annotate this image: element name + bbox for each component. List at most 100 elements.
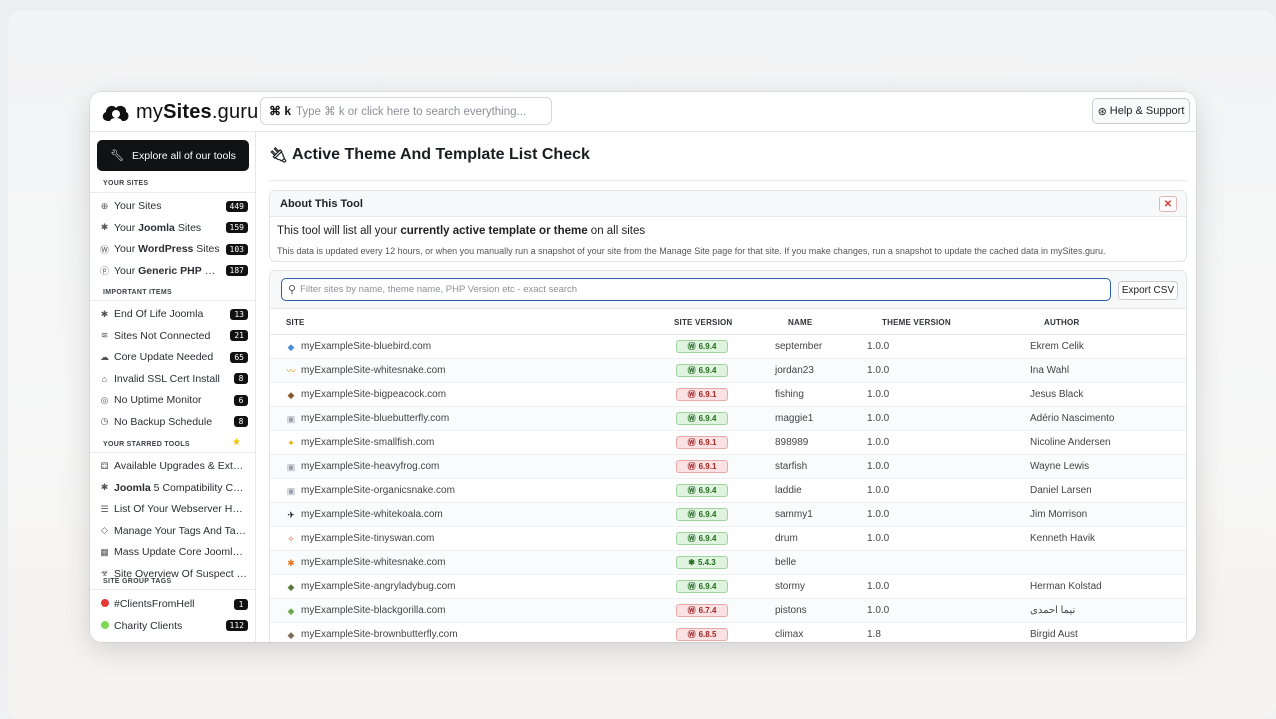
theme-name-cell: sammy1 xyxy=(775,509,813,520)
site-link[interactable]: myExampleSite-angryladybug.com xyxy=(301,581,456,592)
joomla-icon: ✱ xyxy=(688,558,695,567)
site-cell[interactable]: ◆ myExampleSite-blackgorilla.com xyxy=(286,605,446,616)
site-version-badge: Ⓦ 6.9.1 xyxy=(676,388,728,401)
table-row[interactable]: ▣ myExampleSite-organicsnake.com Ⓦ 6.9.4 lad… xyxy=(270,479,1186,503)
table-row[interactable]: ✧ myExampleSite-tinyswan.com Ⓦ 6.9.4 drum 1.0… xyxy=(270,527,1186,551)
sidebar-item[interactable]: ⚃ Available Upgrades & Extensi... xyxy=(98,456,248,476)
header-site-version[interactable]: SITE VERSION xyxy=(674,318,732,327)
sidebar-item-label: Your Joomla Sites xyxy=(114,221,202,234)
table-row[interactable]: ✱ myExampleSite-whitesnake.com ✱ 5.4.3 belle xyxy=(270,551,1186,575)
site-link[interactable]: myExampleSite-heavyfrog.com xyxy=(301,461,439,472)
sidebar-item[interactable]: ▦ Mass Update Core Joomla/W... xyxy=(98,542,248,562)
author-cell: Ekrem Celik xyxy=(1030,341,1084,352)
sidebar-item-label: Your Sites xyxy=(114,200,162,212)
header-author[interactable]: AUTHOR xyxy=(1044,318,1079,327)
global-search[interactable]: ⌘ k Type ⌘ k or click here to search eve… xyxy=(260,97,552,125)
sidebar-item[interactable]: ✱ Joomla 5 Compatibility Chec... xyxy=(98,478,248,498)
theme-name-cell: september xyxy=(775,341,823,352)
sidebar-item[interactable]: Charity Clients 112 xyxy=(98,616,248,636)
sidebar-item[interactable]: ≋ Sites Not Connected 21 xyxy=(98,326,248,346)
sidebar-item[interactable]: ⌂ Invalid SSL Cert Install 8 xyxy=(98,369,248,389)
table-row[interactable]: ◆ myExampleSite-bluebird.com Ⓦ 6.9.4 septemb… xyxy=(270,335,1186,359)
sidebar-item[interactable]: ☁ Core Update Needed 65 xyxy=(98,347,248,367)
site-cell[interactable]: ◆ myExampleSite-bigpeacock.com xyxy=(286,389,447,400)
star-icon: ★ xyxy=(232,437,241,448)
site-favicon-icon: ✦ xyxy=(287,437,295,448)
table-row[interactable]: ▣ myExampleSite-heavyfrog.com Ⓦ 6.9.1 starfi… xyxy=(270,455,1186,479)
clock-icon: ◷ xyxy=(100,416,109,426)
theme-name-cell: starfish xyxy=(775,461,808,472)
table-row[interactable]: ▣ myExampleSite-bluebutterfly.com Ⓦ 6.9.4 ma… xyxy=(270,407,1186,431)
sidebar-item[interactable]: ⊕ Your Sites 449 xyxy=(98,196,248,216)
sidebar-item-label: Invalid SSL Cert Install xyxy=(114,372,220,385)
count-badge: 449 xyxy=(225,200,248,212)
site-cell[interactable]: ✈ myExampleSite-whitekoala.com xyxy=(286,509,443,520)
site-favicon-icon: ▣ xyxy=(286,485,296,496)
search-placeholder: Type ⌘ k or click here to search everyth… xyxy=(296,106,527,118)
site-link[interactable]: myExampleSite-smallfish.com xyxy=(301,437,434,448)
site-link[interactable]: myExampleSite-whitesnake.com xyxy=(301,365,446,376)
about-description: This tool will list all your currently a… xyxy=(277,225,646,237)
site-cell[interactable]: ◆ myExampleSite-bluebird.com xyxy=(286,341,432,352)
header-site[interactable]: SITE xyxy=(286,318,305,327)
export-csv-button[interactable]: Export CSV xyxy=(1118,281,1178,300)
table-row[interactable]: ◆ myExampleSite-brownbutterfly.com Ⓦ 6.8.5 c… xyxy=(270,623,1186,642)
site-link[interactable]: myExampleSite-bluebird.com xyxy=(301,341,431,352)
sidebar-item-label: No Backup Schedule xyxy=(114,415,213,428)
theme-name-cell: drum xyxy=(775,533,798,544)
table-row[interactable]: ✦ myExampleSite-smallfish.com Ⓦ 6.9.1 898989… xyxy=(270,431,1186,455)
filter-input[interactable]: ⚲ Filter sites by name, theme name, PHP … xyxy=(281,278,1111,301)
version-text: 6.8.5 xyxy=(698,630,717,639)
plug-icon: 🔌︎ xyxy=(269,147,289,164)
count-badge: 8 xyxy=(234,416,248,427)
sidebar-item-label: #ClientsFromHell xyxy=(114,598,195,610)
theme-version-cell: 1.0.0 xyxy=(867,365,890,376)
author-cell: Ina Wahl xyxy=(1030,365,1070,376)
site-link[interactable]: myExampleSite-organicsnake.com xyxy=(301,485,455,496)
explore-tools-button[interactable]: 🔧︎ Explore all of our tools xyxy=(97,140,249,171)
site-cell[interactable]: ▣ myExampleSite-organicsnake.com xyxy=(286,485,455,496)
sidebar-item[interactable]: Ⓦ Your WordPress Sites 103 xyxy=(98,239,248,259)
site-cell[interactable]: ▣ myExampleSite-heavyfrog.com xyxy=(286,461,440,472)
header-name[interactable]: NAME xyxy=(788,318,812,327)
site-favicon-icon: ✈ xyxy=(287,509,295,520)
wordpress-icon: Ⓦ xyxy=(687,462,696,471)
filter-placeholder: Filter sites by name, theme name, PHP Ve… xyxy=(300,284,578,295)
sidebar-item[interactable]: ✱ End Of Life Joomla 13 xyxy=(98,304,248,324)
close-about-button[interactable]: ✕ xyxy=(1159,196,1177,212)
sidebar-item[interactable]: ◎ No Uptime Monitor 6 xyxy=(98,390,248,410)
sidebar-item[interactable]: ☣ Site Overview Of Suspect Co... xyxy=(98,564,248,584)
table-row[interactable]: ◆ myExampleSite-angryladybug.com Ⓦ 6.9.4 sto… xyxy=(270,575,1186,599)
table-row[interactable]: ◆ myExampleSite-blackgorilla.com Ⓦ 6.7.4 pis… xyxy=(270,599,1186,623)
sidebar-item[interactable]: ◷ No Backup Schedule 8 xyxy=(98,412,248,432)
section-heading-important: IMPORTANT ITEMS xyxy=(103,289,172,296)
site-link[interactable]: myExampleSite-blackgorilla.com xyxy=(301,605,446,616)
site-cell[interactable]: ✱ myExampleSite-whitesnake.com xyxy=(286,557,446,568)
sidebar-item[interactable]: #ClientsFromHell 1 xyxy=(98,594,248,614)
site-cell[interactable]: ◆ myExampleSite-angryladybug.com xyxy=(286,581,456,592)
table-row[interactable]: ◆ myExampleSite-bigpeacock.com Ⓦ 6.9.1 fishi… xyxy=(270,383,1186,407)
site-link[interactable]: myExampleSite-whitekoala.com xyxy=(301,509,443,520)
site-cell[interactable]: ✦ myExampleSite-smallfish.com xyxy=(286,437,434,448)
version-text: 6.9.4 xyxy=(698,582,717,591)
site-version-badge: ✱ 5.4.3 xyxy=(676,556,728,569)
table-row[interactable]: ✈ myExampleSite-whitekoala.com Ⓦ 6.9.4 sammy… xyxy=(270,503,1186,527)
sidebar-item[interactable]: ⓟ Your Generic PHP Sites187 xyxy=(98,261,248,281)
help-support-button[interactable]: ⊛ Help & Support xyxy=(1092,98,1190,124)
logo[interactable]: mySites.guru xyxy=(100,98,258,126)
sidebar-item[interactable]: ☰ List Of Your Webserver Host ... xyxy=(98,499,248,519)
site-cell[interactable]: ✧ myExampleSite-tinyswan.com xyxy=(286,533,434,544)
header-theme-version[interactable]: THEME VERSION xyxy=(882,318,951,327)
sidebar-item[interactable]: ◇ Manage Your Tags And Taggi... xyxy=(98,521,248,541)
site-link[interactable]: myExampleSite-tinyswan.com xyxy=(301,533,434,544)
site-link[interactable]: myExampleSite-bigpeacock.com xyxy=(301,389,446,400)
site-link[interactable]: myExampleSite-brownbutterfly.com xyxy=(301,629,458,640)
sidebar-item-label: Your Generic PHP Sites xyxy=(114,264,222,277)
site-cell[interactable]: 〰 myExampleSite-whitesnake.com xyxy=(286,365,446,376)
site-cell[interactable]: ◆ myExampleSite-brownbutterfly.com xyxy=(286,629,458,640)
table-row[interactable]: 〰 myExampleSite-whitesnake.com Ⓦ 6.9.4 jorda… xyxy=(270,359,1186,383)
site-cell[interactable]: ▣ myExampleSite-bluebutterfly.com xyxy=(286,413,449,424)
site-link[interactable]: myExampleSite-bluebutterfly.com xyxy=(301,413,449,424)
site-link[interactable]: myExampleSite-whitesnake.com xyxy=(301,557,446,568)
sidebar-item[interactable]: ✱ Your Joomla Sites 159 xyxy=(98,218,248,238)
